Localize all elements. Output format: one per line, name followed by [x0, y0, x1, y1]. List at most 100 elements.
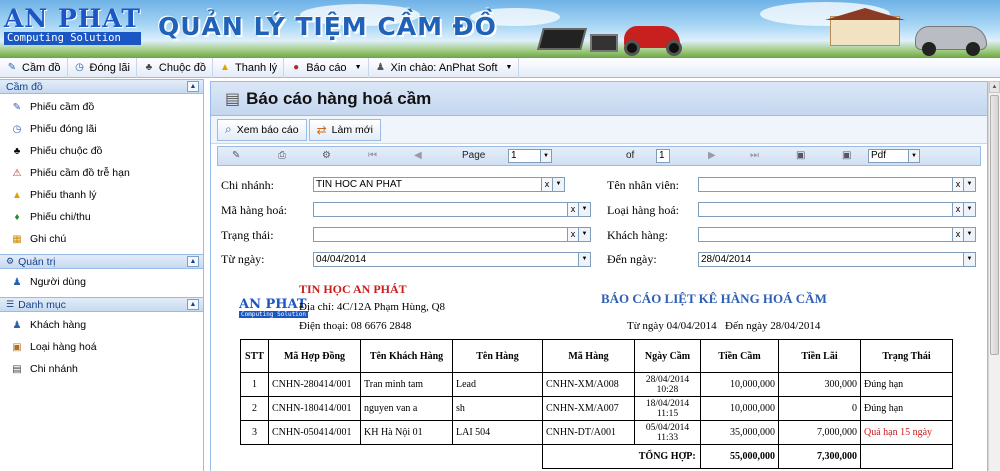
- scroll-up-icon[interactable]: ▲: [989, 81, 1000, 93]
- sidebar-group-danh-muc[interactable]: ☰ Danh mục ▲: [0, 297, 203, 312]
- page-number-select[interactable]: 1 ▼: [508, 149, 552, 163]
- box-icon: ▣: [12, 341, 22, 353]
- next-page-icon[interactable]: ▶: [708, 150, 716, 161]
- page-scrollbar[interactable]: ▲: [988, 81, 1000, 471]
- export-icon[interactable]: ▣: [842, 150, 851, 161]
- setup-icon[interactable]: ⚙: [322, 150, 331, 161]
- empty-cell: [269, 445, 361, 469]
- menu-label: Thanh lý: [234, 61, 278, 74]
- report-logo: AN PHAT Computing Solution: [239, 298, 309, 318]
- chevron-up-icon[interactable]: ▲: [187, 81, 199, 92]
- scroll-thumb[interactable]: [990, 95, 999, 355]
- total-interest: 7,300,000: [778, 444, 861, 469]
- clear-icon[interactable]: x: [567, 203, 578, 216]
- from-date-picker[interactable]: 04/04/2014 ▼: [313, 252, 591, 267]
- search-icon: ⌕: [225, 122, 232, 136]
- save-icon[interactable]: ▣: [796, 150, 805, 161]
- total-amount: 55,000,000: [700, 444, 779, 469]
- cell-item: sh: [452, 396, 543, 421]
- chevron-down-icon[interactable]: ▼: [963, 203, 975, 216]
- refresh-icon: ⇄: [316, 122, 327, 137]
- menu-label: Xin chào: AnPhat Soft: [390, 61, 498, 74]
- printer-icon[interactable]: ⎙: [278, 150, 286, 161]
- clear-icon[interactable]: x: [952, 178, 963, 191]
- chevron-up-icon[interactable]: ▲: [187, 256, 199, 267]
- sidebar-item-ghi-chu[interactable]: ▦ Ghi chú: [0, 228, 203, 250]
- table-row: 1 CNHN-280414/001 Tran minh tam Lead CNH…: [240, 372, 953, 397]
- clear-icon[interactable]: x: [567, 228, 578, 241]
- export-format-select[interactable]: Pdf ▼: [868, 149, 920, 163]
- item-code-label: Mã hàng hoá:: [221, 203, 287, 217]
- chevron-up-icon[interactable]: ▲: [187, 299, 199, 310]
- empty-cell: [361, 445, 453, 469]
- col-item: Tên Hàng: [452, 339, 543, 373]
- to-date-picker[interactable]: 28/04/2014 ▼: [698, 252, 976, 267]
- menu-user[interactable]: ♟ Xin chào: AnPhat Soft ▼: [369, 57, 520, 78]
- wheel-shape: [966, 42, 980, 56]
- cell-item: Lead: [452, 372, 543, 397]
- wheel-shape: [624, 40, 640, 56]
- menu-chuoc-do[interactable]: ♣ Chuộc đồ: [137, 57, 213, 78]
- sidebar-item-phieu-chi-thu[interactable]: ♦ Phiếu chi/thu: [0, 206, 203, 228]
- prev-page-icon[interactable]: ◀: [414, 150, 422, 161]
- chevron-down-icon[interactable]: ▼: [963, 228, 975, 241]
- to-date-label: Đến ngày:: [607, 252, 657, 266]
- first-page-icon[interactable]: ⏮: [368, 150, 377, 161]
- report-doc-icon: ▤: [225, 90, 241, 108]
- chevron-down-icon[interactable]: ▼: [552, 178, 564, 191]
- cell-amount: 10,000,000: [700, 396, 779, 421]
- clear-icon[interactable]: x: [952, 203, 963, 216]
- empty-cell: [241, 445, 269, 469]
- sidebar-item-nguoi-dung[interactable]: ♟ Người dùng: [0, 271, 203, 293]
- clear-icon[interactable]: x: [952, 228, 963, 241]
- laptop-image: [537, 28, 587, 50]
- branch-combo[interactable]: TIN HOC AN PHAT x ▼: [313, 177, 565, 192]
- customers-icon: ♟: [12, 319, 22, 331]
- refresh-button[interactable]: ⇄ Làm mới: [308, 118, 381, 141]
- status-combo[interactable]: x ▼: [313, 227, 591, 242]
- cell-status: Đúng hạn: [860, 396, 953, 421]
- sidebar-group-cam-do[interactable]: Cầm đồ ▲: [0, 79, 203, 94]
- item-type-combo[interactable]: x ▼: [698, 202, 976, 217]
- clear-icon[interactable]: x: [541, 178, 552, 191]
- report-panel: ▤ Báo cáo hàng hoá cầm ⌕ Xem báo cáo ⇄ Làm…: [210, 81, 988, 471]
- empty-cell: [860, 444, 953, 469]
- chevron-down-icon[interactable]: ▼: [963, 253, 975, 266]
- sidebar-item-chi-nhanh[interactable]: ▤ Chi nhánh: [0, 358, 203, 380]
- sidebar-item-phieu-dong-lai[interactable]: ◷ Phiếu đóng lãi: [0, 118, 203, 140]
- menu-thanh-ly[interactable]: ▲ Thanh lý: [213, 57, 285, 78]
- sidebar-item-phieu-chuoc-do[interactable]: ♣ Phiếu chuộc đồ: [0, 140, 203, 162]
- sidebar-item-phieu-cam-do[interactable]: ✎ Phiếu cầm đồ: [0, 96, 203, 118]
- col-date: Ngày Cầm: [634, 339, 701, 373]
- app-banner: AN PHAT Computing Solution QUẢN LÝ TIỆM …: [0, 0, 1000, 58]
- time-text: 11:33: [656, 432, 679, 443]
- sidebar-item-khach-hang[interactable]: ♟ Khách hàng: [0, 314, 203, 336]
- sidebar-item-loai-hang-hoa[interactable]: ▣ Loại hàng hoá: [0, 336, 203, 358]
- customer-combo[interactable]: x ▼: [698, 227, 976, 242]
- chevron-down-icon[interactable]: ▼: [578, 203, 590, 216]
- cell-contract: CNHN-280414/001: [268, 372, 361, 397]
- col-customer: Tên Khách Hàng: [360, 339, 453, 373]
- total-pages-value: 1: [659, 150, 665, 161]
- cell-code: CNHN-XM/A007: [542, 396, 635, 421]
- sidebar-group-quan-tri[interactable]: ⚙ Quản trị ▲: [0, 254, 203, 269]
- redeem-icon: ♣: [145, 61, 153, 73]
- chevron-down-icon[interactable]: ▼: [963, 178, 975, 191]
- view-report-button[interactable]: ⌕ Xem báo cáo: [217, 118, 307, 141]
- sidebar-item-label: Phiếu thanh lý: [30, 189, 97, 201]
- menu-bao-cao[interactable]: ● Báo cáo ▼: [284, 57, 369, 78]
- sidebar-item-phieu-tre-han[interactable]: ⚠ Phiếu cầm đồ trễ hạn: [0, 162, 203, 184]
- pawn-icon: ✎: [7, 61, 17, 73]
- employee-combo[interactable]: x ▼: [698, 177, 976, 192]
- last-page-icon[interactable]: ⏭: [750, 150, 759, 161]
- sidebar-item-phieu-thanh-ly[interactable]: ▲ Phiếu thanh lý: [0, 184, 203, 206]
- menu-cam-do[interactable]: ✎ Cầm đồ: [0, 57, 68, 78]
- total-label: TỔNG HỢP:: [634, 444, 701, 469]
- chevron-down-icon[interactable]: ▼: [578, 228, 590, 241]
- cash-icon: ♦: [14, 211, 20, 223]
- menu-dong-lai[interactable]: ◷ Đóng lãi: [68, 57, 137, 78]
- item-code-combo[interactable]: x ▼: [313, 202, 591, 217]
- total-row: TỔNG HỢP: 55,000,000 7,300,000: [241, 444, 953, 469]
- print-icon[interactable]: ✎: [232, 150, 240, 161]
- chevron-down-icon[interactable]: ▼: [578, 253, 590, 266]
